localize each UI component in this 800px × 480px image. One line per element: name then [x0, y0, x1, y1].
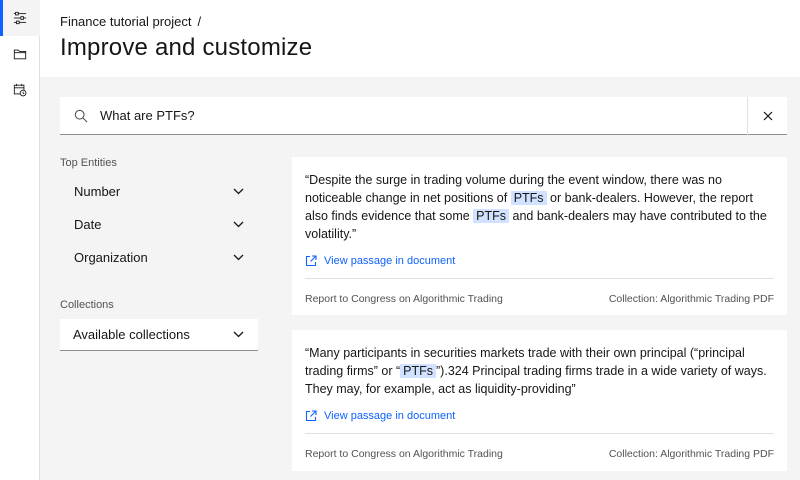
entity-date-accordion[interactable]: Date [60, 208, 258, 241]
search-input[interactable] [100, 97, 747, 134]
chevron-down-icon [233, 254, 244, 261]
entity-label: Number [74, 184, 121, 199]
top-entities-heading: Top Entities [60, 157, 117, 169]
collections-dropdown[interactable]: Available collections [60, 319, 258, 351]
close-icon [763, 111, 772, 120]
chevron-down-icon [233, 221, 244, 228]
side-rail [0, 0, 40, 480]
launch-icon [305, 410, 317, 422]
folder-icon [13, 49, 27, 60]
breadcrumb: Finance tutorial project / [60, 14, 201, 29]
highlight-tag: PTFs [400, 364, 437, 378]
collection-name: Collection: Algorithmic Trading PDF [608, 447, 774, 460]
breadcrumb-separator: / [197, 14, 202, 29]
collections-selected-value: Available collections [73, 327, 190, 342]
document-name: Report to Congress on Algorithmic Tradin… [305, 292, 503, 305]
rail-schedule-button[interactable] [0, 72, 40, 108]
result-card: “Despite the surge in trading volume dur… [292, 157, 787, 315]
breadcrumb-project-link[interactable]: Finance tutorial project [60, 14, 192, 29]
view-passage-link[interactable]: View passage in document [305, 410, 774, 422]
result-passage: “Despite the surge in trading volume dur… [305, 173, 767, 241]
chevron-down-icon [233, 188, 244, 195]
search-bar [60, 96, 787, 135]
card-footer: Report to Congress on Algorithmic Tradin… [305, 279, 774, 318]
view-passage-label: View passage in document [324, 410, 456, 422]
view-passage-link[interactable]: View passage in document [305, 255, 774, 267]
highlight-tag: PTFs [510, 191, 547, 205]
clear-search-button[interactable] [747, 96, 787, 135]
chevron-down-icon [233, 331, 244, 338]
card-footer: Report to Congress on Algorithmic Tradin… [305, 434, 774, 473]
highlight-tag: PTFs [473, 209, 510, 223]
entity-organization-accordion[interactable]: Organization [60, 241, 258, 274]
result-passage: “Many participants in securities markets… [305, 346, 767, 396]
collection-name: Collection: Algorithmic Trading PDF [608, 292, 774, 305]
page-header: Finance tutorial project / Improve and c… [40, 0, 800, 77]
launch-icon [305, 255, 317, 267]
rail-settings-button[interactable] [0, 0, 40, 36]
entity-number-accordion[interactable]: Number [60, 175, 258, 208]
entity-label: Date [74, 217, 102, 232]
page-title: Improve and customize [60, 34, 313, 61]
calendar-clock-icon [13, 83, 27, 97]
settings-adjust-icon [13, 11, 27, 25]
entity-label: Organization [74, 250, 148, 265]
document-name: Report to Congress on Algorithmic Tradin… [305, 447, 503, 460]
search-icon [62, 97, 100, 135]
rail-folder-button[interactable] [0, 36, 40, 72]
collections-heading: Collections [60, 299, 114, 311]
result-card: “Many participants in securities markets… [292, 330, 787, 471]
view-passage-label: View passage in document [324, 255, 456, 267]
